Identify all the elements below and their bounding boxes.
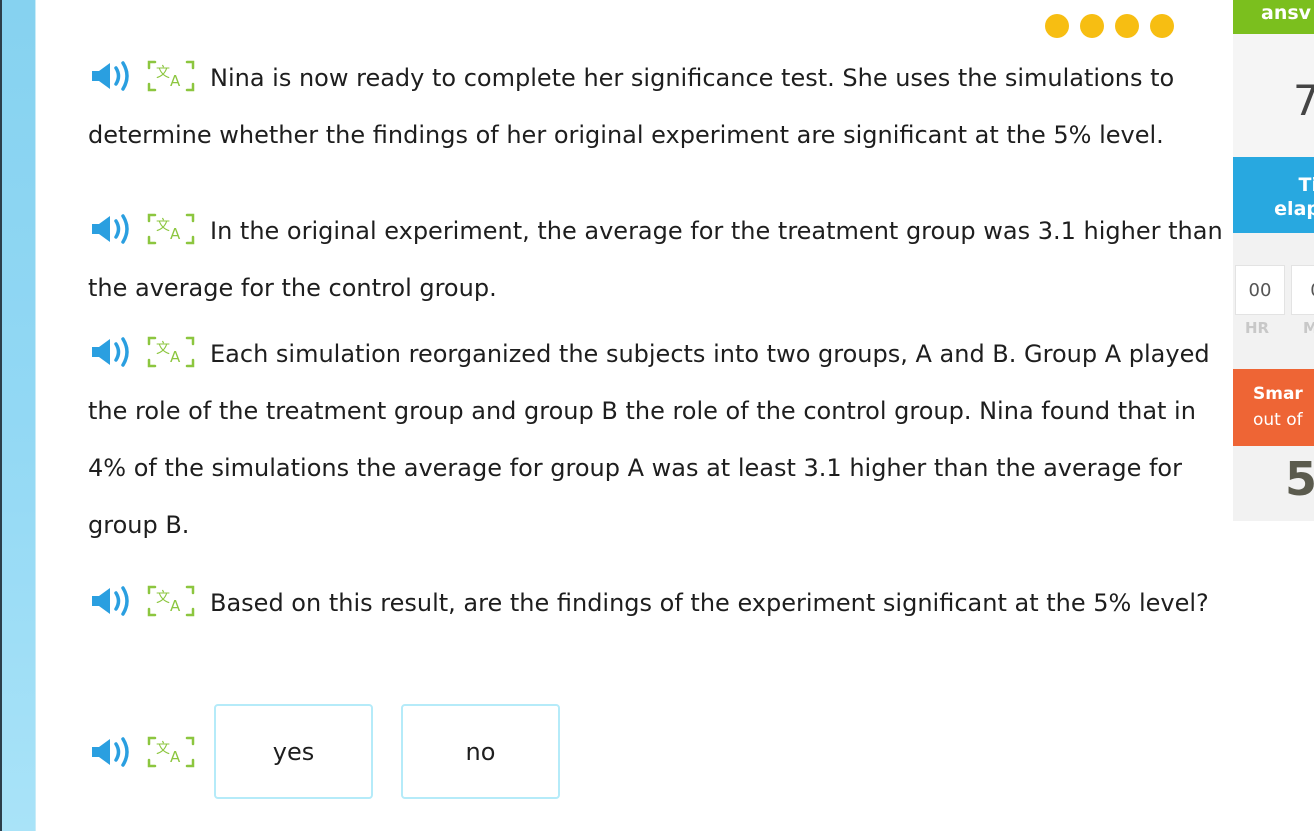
svg-text:文: 文 [156,65,170,81]
answered-header: ansv [1233,0,1314,34]
svg-text:文: 文 [156,218,170,234]
minutes-box: 0 [1291,265,1314,315]
svg-text:A: A [170,72,181,90]
speaker-icon[interactable] [88,735,136,769]
question-paragraph-1: 文 A Nina is now ready to complete her si… [88,50,1228,164]
minutes-label: M [1303,319,1314,337]
paragraph-text: Each simulation reorganized the subjects… [88,340,1210,539]
choice-label: no [465,737,496,766]
question-paragraph-2: 文 A In the original experiment, the aver… [88,203,1228,317]
time-label-line2: elap [1274,198,1314,220]
left-edge-strip [0,0,36,831]
question-paragraph-3: 文 A Each simulation reorganized the subj… [88,326,1228,554]
hours-value: 00 [1248,279,1272,301]
paragraph-text: In the original experiment, the average … [88,217,1223,302]
speaker-icon[interactable] [88,59,136,93]
translate-icon[interactable]: 文 A [146,583,196,619]
time-elapsed-panel: 00 0 HR M [1233,233,1314,369]
paragraph-text: Nina is now ready to complete her signif… [88,64,1175,149]
hours-label: HR [1245,319,1270,337]
progress-dot [1045,14,1069,38]
smartscore-subtitle: out of [1253,410,1303,430]
svg-text:文: 文 [156,341,170,357]
time-label-line1: Ti [1298,174,1314,196]
answer-choices: 文 A yes no [88,704,588,799]
answered-count: 7 [1293,76,1314,125]
minutes-value: 0 [1310,280,1314,301]
translate-icon[interactable]: 文 A [146,211,196,247]
speaker-icon[interactable] [88,212,136,246]
choice-yes-button[interactable]: yes [214,704,373,799]
choice-label: yes [272,737,315,766]
svg-text:A: A [170,748,181,766]
question-paragraph-4: 文 A Based on this result, are the findin… [88,575,1228,632]
svg-text:A: A [170,348,181,366]
smartscore-title: Smar [1253,384,1303,404]
svg-text:A: A [170,597,181,615]
answered-label: ansv [1261,2,1312,24]
translate-icon[interactable]: 文 A [146,58,196,94]
progress-dot [1080,14,1104,38]
translate-icon[interactable]: 文 A [146,334,196,370]
progress-dots [1045,14,1174,38]
time-elapsed-header: Ti elap [1233,157,1314,233]
paragraph-text: Based on this result, are the findings o… [210,589,1209,617]
svg-text:文: 文 [156,741,170,757]
smartscore-value: 5 [1285,452,1314,506]
smartscore-panel: 5 [1233,446,1314,521]
translate-icon[interactable]: 文 A [146,734,196,770]
speaker-icon[interactable] [88,335,136,369]
speaker-icon[interactable] [88,584,136,618]
progress-dot [1150,14,1174,38]
answered-panel: 7 [1233,34,1314,157]
svg-text:A: A [170,225,181,243]
smartscore-header: Smar out of [1233,369,1314,446]
svg-text:文: 文 [156,590,170,606]
stats-sidebar: ansv 7 Ti elap 00 0 HR M Smar out of 5 [1233,0,1314,831]
hours-box: 00 [1235,265,1285,315]
choice-no-button[interactable]: no [401,704,560,799]
progress-dot [1115,14,1139,38]
